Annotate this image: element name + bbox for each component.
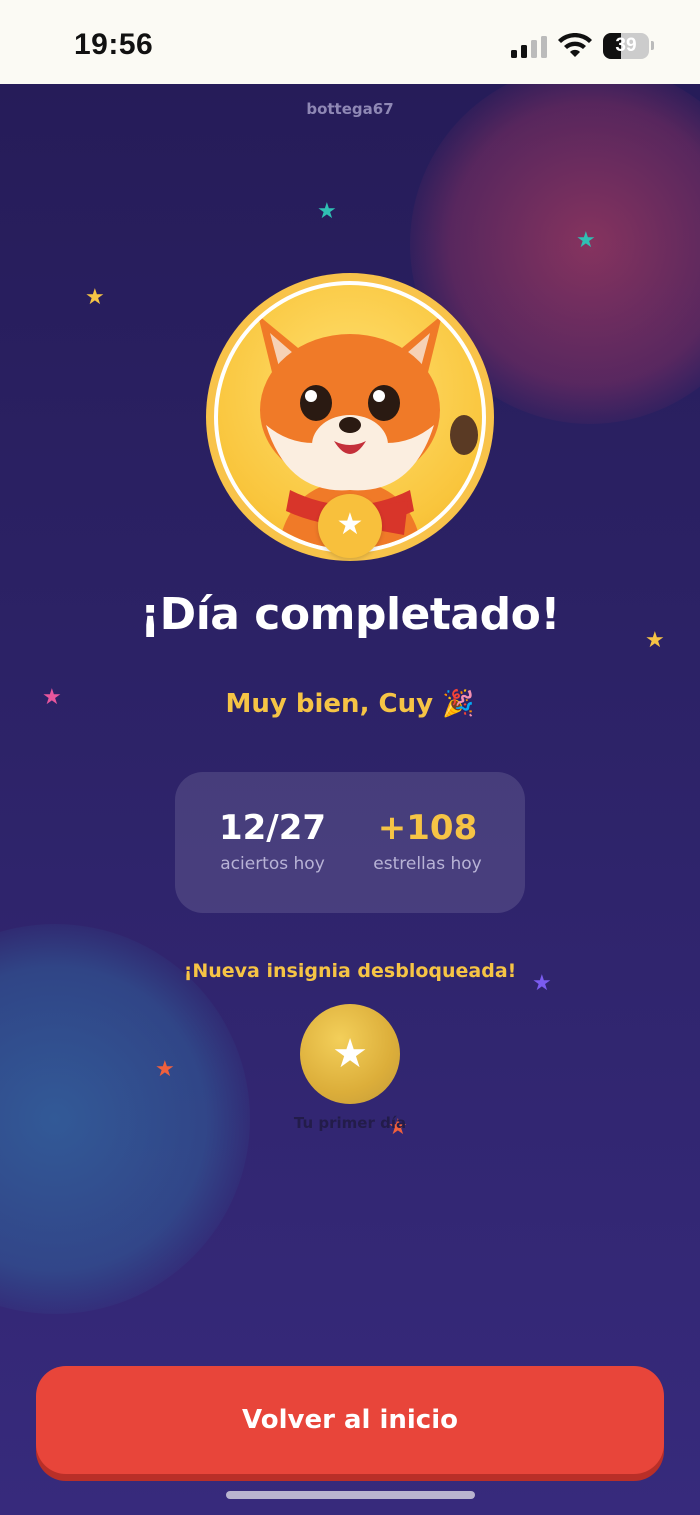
new-badge-heading: ¡Nueva insignia desbloqueada! (183, 960, 517, 982)
battery-icon: 39 (603, 33, 649, 59)
badge-name: Tu primer día (293, 1114, 407, 1132)
home-indicator[interactable] (226, 1491, 475, 1499)
correct-answers-value: 12/27 (218, 808, 327, 848)
back-to-home-button[interactable]: Volver al inicio (36, 1366, 664, 1474)
correct-answers-stat: 12/27 aciertos hoy (185, 808, 360, 874)
stars-earned-stat: +108 estrellas hoy (340, 808, 515, 874)
username-label: bottega67 (306, 100, 394, 118)
badge-medal-star-icon: ★ (300, 1004, 400, 1104)
correct-answers-label: aciertos hoy (220, 854, 325, 874)
status-time: 19:56 (74, 28, 154, 61)
decorative-star-icon: ★ (85, 285, 105, 310)
greeting-subtitle: Muy bien, Cuy 🎉 (225, 689, 475, 719)
celebration-screen: bottega67 ★ ★ ★ ★ ★ ★ ★ ★ ★ ¡Día complet… (0, 84, 700, 1515)
decorative-star-icon: ★ (155, 1057, 175, 1082)
star-icon: ★ (318, 494, 382, 558)
battery-level: 39 (615, 35, 637, 56)
cellular-signal-icon (511, 36, 547, 58)
page-title: ¡Día completado! (140, 589, 560, 640)
wifi-icon (558, 33, 592, 57)
status-bar: 19:56 39 (0, 0, 700, 84)
battery-cap (651, 41, 654, 50)
decorative-star-icon: ★ (317, 199, 337, 224)
decorative-star-icon: ★ (576, 228, 596, 253)
stars-earned-value: +108 (377, 808, 478, 848)
daily-stats-card: 12/27 aciertos hoy +108 estrellas hoy (175, 772, 525, 913)
stars-earned-label: estrellas hoy (373, 854, 482, 874)
